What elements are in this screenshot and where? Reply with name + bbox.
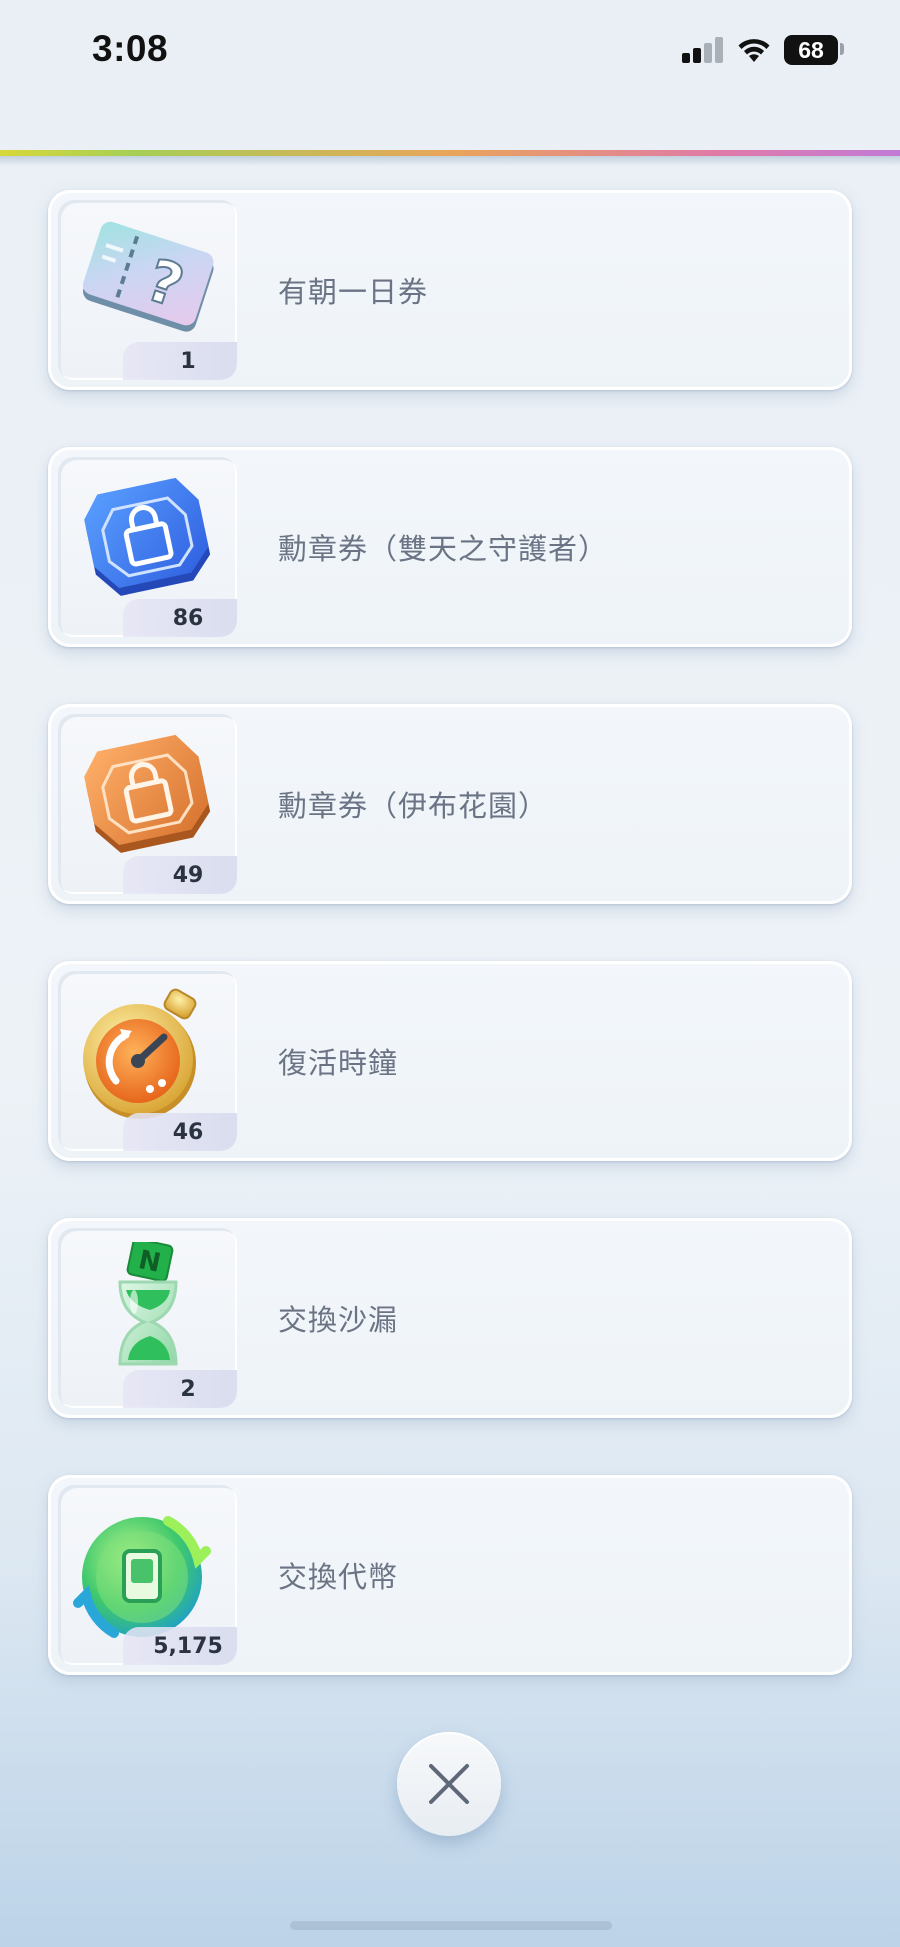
orange-medal-ticket-icon: [84, 734, 211, 853]
item-icon-box: 86: [58, 457, 237, 637]
wifi-icon: [736, 36, 772, 64]
item-card-exchange-hourglass[interactable]: N 2 交換沙漏: [48, 1218, 852, 1418]
item-card-orange-medal-ticket[interactable]: 49 勳章券（伊布花園）: [48, 704, 852, 904]
item-count: 46: [123, 1113, 237, 1151]
cellular-signal-icon: [682, 37, 724, 63]
item-card-revival-clock[interactable]: 46 復活時鐘: [48, 961, 852, 1161]
item-count: 49: [123, 856, 237, 894]
item-name: 勳章券（雙天之守護者）: [278, 532, 609, 566]
header-divider-shadow: [0, 156, 900, 166]
item-count: 1: [123, 342, 237, 380]
blue-medal-ticket-icon: [84, 477, 211, 596]
item-icon-box: 49: [58, 714, 237, 894]
home-indicator[interactable]: [290, 1921, 612, 1930]
item-icon-box: 5,175: [58, 1485, 237, 1665]
exchange-hourglass-icon: N: [118, 1242, 178, 1366]
item-name: 交換沙漏: [278, 1303, 399, 1337]
item-name: 交換代幣: [278, 1560, 399, 1594]
item-name: 有朝一日券: [278, 275, 429, 309]
status-time: 3:08: [92, 28, 169, 69]
battery-indicator: 68: [784, 35, 838, 65]
close-icon: [429, 1764, 469, 1804]
item-name: 復活時鐘: [278, 1046, 399, 1080]
item-name: 勳章券（伊布花園）: [278, 789, 549, 823]
item-count: 2: [123, 1370, 237, 1408]
item-count: 86: [123, 599, 237, 637]
battery-tip: [840, 43, 844, 55]
item-icon-box: N 2: [58, 1228, 237, 1408]
item-icon-box: ? 1: [58, 200, 237, 380]
close-button[interactable]: [397, 1732, 501, 1836]
item-card-blue-medal-ticket[interactable]: 86 勳章券（雙天之守護者）: [48, 447, 852, 647]
item-card-exchange-token[interactable]: 5,175 交換代幣: [48, 1475, 852, 1675]
revival-clock-icon: [83, 988, 197, 1119]
item-list: ? 1 有朝一日券 86 勳章券（雙天之守護者） 49 勳章券（伊布花園） 46…: [48, 190, 852, 1732]
status-bar: 3:08 68: [0, 0, 900, 110]
item-icon-box: 46: [58, 971, 237, 1151]
mystery-ticket-icon: ?: [82, 221, 214, 332]
item-card-mystery-ticket[interactable]: ? 1 有朝一日券: [48, 190, 852, 390]
exchange-token-icon: [73, 1516, 211, 1638]
item-count: 5,175: [123, 1627, 237, 1665]
